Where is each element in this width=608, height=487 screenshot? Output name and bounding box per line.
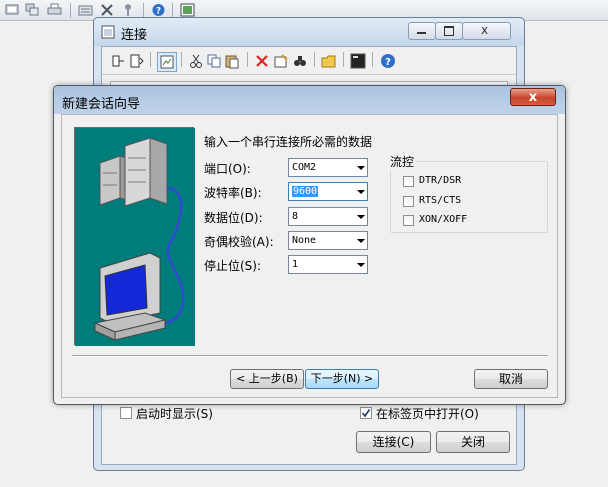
delete-icon[interactable] bbox=[254, 53, 270, 69]
toolbar-separator bbox=[247, 52, 248, 67]
dropdown-arrow-icon bbox=[357, 190, 365, 194]
port-select[interactable]: COM2 bbox=[288, 158, 368, 177]
toolbar-separator bbox=[181, 52, 182, 67]
new-session-wizard-dialog: 新建会话向导 x 输入一个串行连接所必需的数据 端口(O): COM2 波特率(… bbox=[53, 85, 566, 405]
dropdown-arrow-icon bbox=[357, 239, 365, 243]
key-icon[interactable] bbox=[121, 3, 136, 17]
wizard-close-button[interactable]: x bbox=[510, 88, 556, 106]
toolbar-separator bbox=[150, 52, 151, 67]
open-in-tab-label: 在标签页中打开(O) bbox=[376, 407, 479, 421]
svg-text:?: ? bbox=[385, 57, 391, 68]
toolbar-separator bbox=[372, 52, 373, 67]
computers-cable-icon bbox=[75, 128, 195, 346]
terminal-icon[interactable] bbox=[350, 53, 366, 69]
toolbar-separator bbox=[314, 52, 315, 67]
toolbar-separator bbox=[172, 3, 173, 18]
help-icon[interactable]: ? bbox=[380, 53, 396, 69]
back-button[interactable]: < 上一步(B) bbox=[230, 369, 304, 389]
flow-control-group: DTR/DSR RTS/CTS XON/XOFF bbox=[390, 161, 548, 233]
next-button[interactable]: 下一步(N) > bbox=[305, 369, 379, 389]
xon-xoff-checkbox[interactable] bbox=[403, 215, 414, 226]
rts-cts-label: RTS/CTS bbox=[419, 195, 462, 206]
dropdown-arrow-icon bbox=[357, 215, 365, 219]
minimize-icon bbox=[417, 32, 426, 34]
properties-icon[interactable] bbox=[273, 53, 289, 69]
help-icon[interactable]: ? bbox=[151, 3, 166, 17]
new-session-wizard-icon[interactable] bbox=[157, 52, 177, 72]
tools-icon[interactable] bbox=[100, 3, 115, 17]
close-button[interactable]: 关闭 bbox=[436, 431, 510, 453]
port-label: 端口(O): bbox=[204, 162, 251, 176]
new-folder-icon[interactable] bbox=[321, 53, 337, 69]
show-on-startup-label: 启动时显示(S) bbox=[136, 407, 213, 421]
connect-button[interactable]: 连接(C) bbox=[356, 431, 431, 453]
find-icon[interactable] bbox=[292, 53, 308, 69]
cancel-button[interactable]: 取消 bbox=[474, 369, 548, 389]
close-icon: x bbox=[528, 90, 538, 105]
cut-icon[interactable] bbox=[188, 53, 204, 69]
close-icon: x bbox=[481, 23, 489, 37]
wizard-heading: 输入一个串行连接所必需的数据 bbox=[204, 135, 373, 149]
baud-rate-label: 波特率(B): bbox=[204, 186, 262, 200]
map-keys-icon[interactable] bbox=[78, 3, 93, 17]
serial-connection-illustration bbox=[74, 127, 195, 346]
window-icon bbox=[101, 25, 115, 39]
show-on-startup-checkbox[interactable] bbox=[120, 407, 132, 419]
parity-label: 奇偶校验(A): bbox=[204, 235, 274, 249]
stop-bits-value: 1 bbox=[292, 259, 299, 270]
stop-bits-label: 停止位(S): bbox=[204, 259, 262, 273]
divider bbox=[72, 355, 548, 357]
svg-text:?: ? bbox=[156, 7, 161, 17]
connect-titlebar: 连接 x bbox=[94, 18, 524, 46]
checkmark-icon bbox=[361, 409, 371, 418]
port-value: COM2 bbox=[292, 162, 317, 173]
parity-value: None bbox=[292, 235, 317, 246]
wizard-client-area: 输入一个串行连接所必需的数据 端口(O): COM2 波特率(B): 9600 … bbox=[61, 114, 558, 398]
flow-control-title: 流控 bbox=[390, 153, 417, 170]
screenshot-icon[interactable] bbox=[180, 3, 195, 17]
maximize-icon bbox=[444, 26, 454, 36]
data-bits-value: 8 bbox=[292, 211, 299, 222]
minimize-button[interactable] bbox=[408, 22, 436, 40]
baud-rate-select[interactable]: 9600 bbox=[288, 182, 368, 201]
rts-cts-checkbox[interactable] bbox=[403, 196, 414, 207]
open-in-tab-checkbox[interactable] bbox=[360, 407, 372, 419]
maximize-button[interactable] bbox=[435, 22, 463, 40]
copy-icon[interactable] bbox=[206, 53, 222, 69]
toolbar-separator bbox=[70, 3, 71, 18]
paste-icon[interactable] bbox=[224, 53, 240, 69]
baud-rate-value: 9600 bbox=[292, 186, 319, 197]
dtr-dsr-checkbox[interactable] bbox=[403, 176, 414, 187]
stop-bits-select[interactable]: 1 bbox=[288, 255, 368, 274]
new-session-icon[interactable] bbox=[5, 3, 20, 17]
xon-xoff-label: XON/XOFF bbox=[419, 214, 468, 225]
toolbar-separator bbox=[343, 52, 344, 67]
dropdown-arrow-icon bbox=[357, 166, 365, 170]
dtr-dsr-label: DTR/DSR bbox=[419, 175, 462, 186]
data-bits-label: 数据位(D): bbox=[204, 211, 263, 225]
toolbar-separator bbox=[143, 3, 144, 18]
wizard-title: 新建会话向导 bbox=[62, 97, 141, 112]
connect-icon[interactable] bbox=[110, 53, 126, 69]
dropdown-arrow-icon bbox=[357, 263, 365, 267]
connect-close-button[interactable]: x bbox=[462, 22, 511, 40]
connect-toolbar: ? bbox=[102, 47, 516, 75]
session-manager-icon[interactable] bbox=[25, 3, 40, 17]
quick-connect-icon[interactable] bbox=[129, 53, 145, 69]
print-icon[interactable] bbox=[47, 3, 62, 17]
parity-select[interactable]: None bbox=[288, 231, 368, 250]
connect-window-title: 连接 bbox=[121, 28, 148, 43]
data-bits-select[interactable]: 8 bbox=[288, 207, 368, 226]
wizard-titlebar: 新建会话向导 x bbox=[54, 86, 565, 114]
